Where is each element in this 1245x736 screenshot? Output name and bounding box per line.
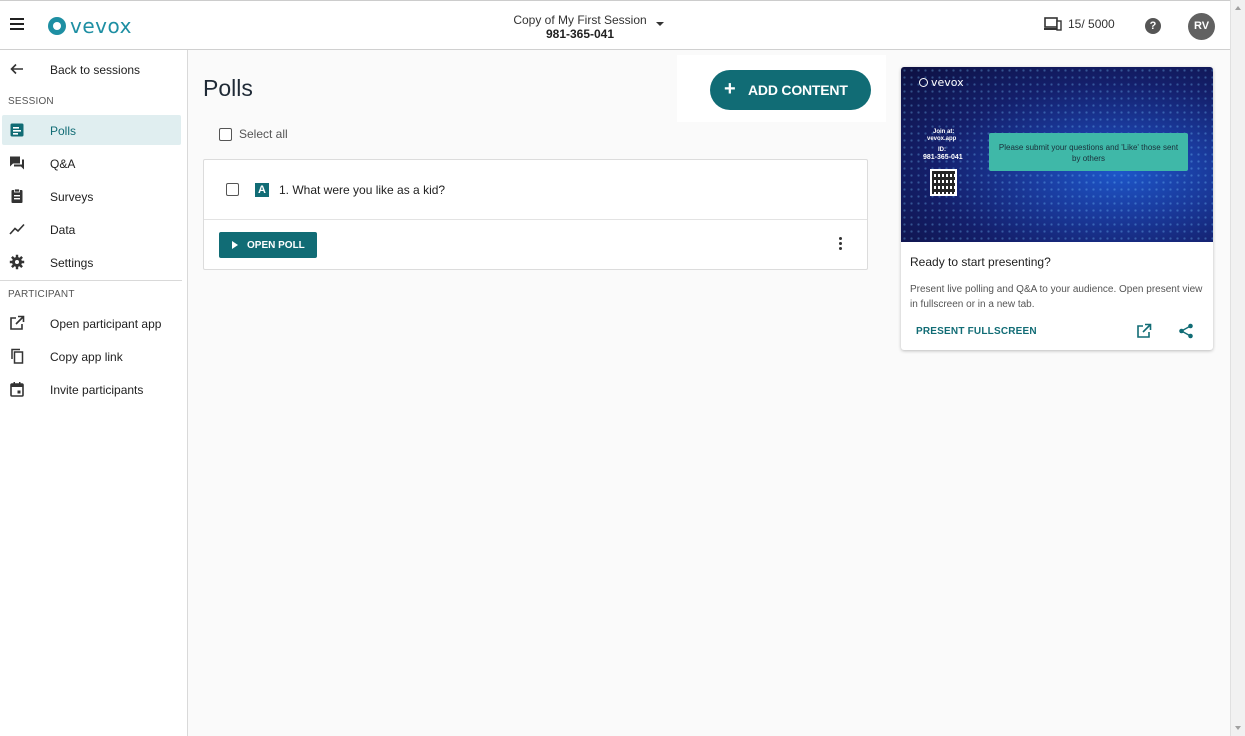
gear-icon (9, 254, 25, 270)
vevox-logo-text: vevox (70, 14, 132, 38)
select-all[interactable]: Select all (219, 127, 288, 141)
open-in-new-tab-icon[interactable] (1136, 323, 1152, 339)
preview-logo-text: vevox (931, 76, 964, 89)
sidebar-item-qa[interactable]: Q&A (0, 148, 188, 178)
data-icon (9, 223, 25, 235)
open-poll-button[interactable]: OPEN POLL (219, 232, 317, 258)
qr-code (930, 169, 957, 196)
preview-id-label: ID: (938, 147, 946, 153)
devices-icon (1044, 17, 1062, 31)
arrow-back-icon (10, 63, 23, 75)
select-all-label: Select all (239, 127, 288, 141)
sidebar-item-surveys[interactable]: Surveys (0, 181, 188, 211)
session-section-label: SESSION (8, 96, 54, 107)
page-scrollbar[interactable] (1230, 0, 1245, 736)
sidebar-divider (0, 280, 182, 281)
poll-question[interactable]: 1. What were you like as a kid? (279, 183, 445, 197)
present-description: Present live polling and Q&A to your aud… (910, 284, 1203, 310)
more-options-icon[interactable] (836, 237, 844, 253)
help-icon[interactable]: ? (1145, 18, 1161, 34)
copy-icon (11, 348, 24, 364)
session-code: 981-365-041 (545, 27, 615, 41)
vevox-logo[interactable]: vevox (48, 14, 132, 38)
participant-section-label: PARTICIPANT (8, 289, 75, 300)
select-all-checkbox[interactable] (219, 127, 232, 141)
sidebar-item-label: Copy app link (50, 350, 123, 364)
poll-type-badge: A (255, 183, 269, 197)
sidebar-item-open-participant-app[interactable]: Open participant app (0, 308, 188, 338)
sidebar-item-label: Open participant app (50, 317, 162, 331)
sidebar: Back to sessions SESSION Polls Q&A Surve… (0, 50, 188, 736)
participant-count: 15/ 5000 (1068, 17, 1115, 31)
sidebar-item-label: Surveys (50, 190, 94, 204)
qa-icon (10, 156, 24, 170)
play-icon (232, 241, 238, 249)
add-content-label: ADD CONTENT (748, 82, 848, 98)
surveys-icon (11, 188, 23, 203)
preview-join-url: vevox.app (927, 136, 957, 142)
open-in-new-icon (10, 315, 25, 330)
sidebar-item-settings[interactable]: Settings (0, 247, 188, 277)
open-poll-label: OPEN POLL (247, 240, 305, 251)
polls-icon (10, 123, 24, 137)
preview-logo-mark (919, 78, 928, 87)
session-title: Copy of My First Session (513, 13, 647, 27)
session-selector[interactable]: Copy of My First Session 981-365-041 (500, 13, 660, 41)
plus-icon: + (724, 78, 736, 100)
calendar-icon (10, 382, 24, 397)
sidebar-item-data[interactable]: Data (0, 214, 188, 244)
top-app-bar: vevox Copy of My First Session 981-365-0… (0, 0, 1230, 50)
present-preview-image: vevox Join at: vevox.app ID: 981-365-041… (901, 67, 1213, 242)
sidebar-item-label: Q&A (50, 157, 76, 171)
preview-join-at: Join at: (933, 129, 955, 135)
poll-card: A 1. What were you like as a kid? OPEN P… (203, 159, 868, 270)
sidebar-item-polls[interactable]: Polls (2, 115, 181, 145)
session-dropdown-icon[interactable] (656, 22, 664, 26)
back-to-sessions-label: Back to sessions (50, 63, 141, 77)
sidebar-item-invite-participants[interactable]: Invite participants (0, 374, 188, 404)
page-title: Polls (203, 75, 253, 101)
sidebar-item-label: Invite participants (50, 383, 144, 397)
present-heading: Ready to start presenting? (910, 255, 1051, 269)
preview-message-bubble: Please submit your questions and 'Like' … (989, 133, 1188, 171)
participant-counter: 15/ 5000 (1044, 17, 1115, 31)
poll-row[interactable]: A 1. What were you like as a kid? (204, 160, 867, 220)
share-icon[interactable] (1178, 323, 1194, 339)
poll-checkbox[interactable] (226, 183, 239, 196)
present-card: vevox Join at: vevox.app ID: 981-365-041… (901, 67, 1213, 350)
add-content-button[interactable]: + ADD CONTENT (710, 70, 871, 110)
back-to-sessions[interactable]: Back to sessions (0, 54, 188, 84)
scroll-up-arrow-icon[interactable] (1235, 6, 1241, 10)
sidebar-item-label: Settings (50, 256, 94, 270)
user-avatar[interactable]: RV (1188, 13, 1215, 40)
vevox-logo-mark (48, 17, 66, 35)
sidebar-item-label: Data (50, 223, 76, 237)
preview-id-value: 981-365-041 (923, 154, 963, 161)
sidebar-item-label: Polls (50, 124, 77, 138)
present-fullscreen-button[interactable]: PRESENT FULLSCREEN (916, 326, 1037, 337)
menu-icon[interactable] (10, 18, 24, 30)
preview-logo: vevox (919, 76, 964, 89)
scroll-down-arrow-icon[interactable] (1235, 726, 1241, 730)
sidebar-item-copy-app-link[interactable]: Copy app link (0, 341, 188, 371)
add-content-container: + ADD CONTENT (677, 55, 886, 122)
